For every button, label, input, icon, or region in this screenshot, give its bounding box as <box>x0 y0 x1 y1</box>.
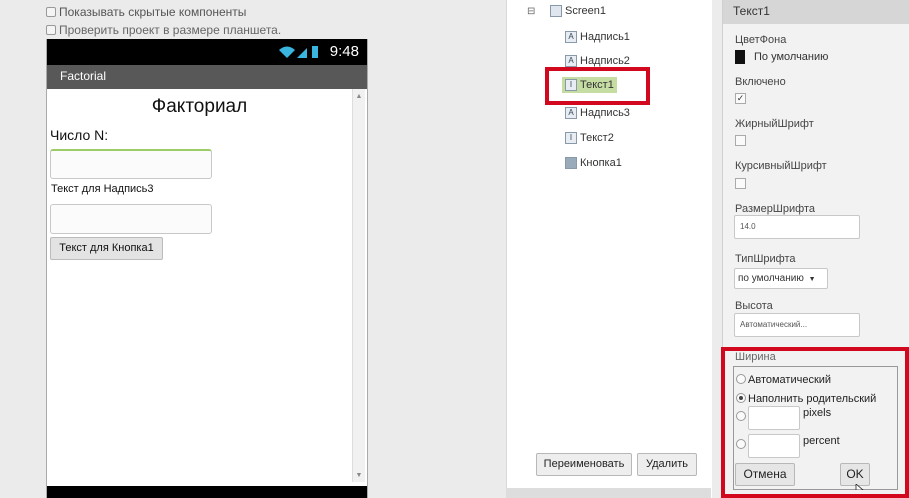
tree-item-label: Текст2 <box>580 132 614 144</box>
tablet-preview-checkbox[interactable] <box>46 25 56 35</box>
show-hidden-label: Показывать скрытые компоненты <box>59 5 247 19</box>
phone-preview: 9:48 Factorial Факториал Число N: Текст … <box>46 39 368 498</box>
scroll-up-arrow-icon[interactable]: ▲ <box>353 91 365 103</box>
highlight-box-width <box>721 347 909 498</box>
tree-item-label: Кнопка1 <box>580 157 622 169</box>
tree-item-button1[interactable]: Кнопка1 <box>565 157 622 169</box>
tree-item-label: Надпись1 <box>580 31 630 43</box>
tree-item-label: Screen1 <box>565 5 606 17</box>
wifi-icon <box>279 46 295 58</box>
battery-icon <box>312 46 318 58</box>
tablet-preview-label: Проверить проект в размере планшета. <box>59 23 282 37</box>
number-label[interactable]: Число N: <box>50 127 108 143</box>
button-icon <box>565 157 577 169</box>
tree-bottom-bar <box>506 488 711 498</box>
chevron-down-icon: ▼ <box>808 276 816 283</box>
textbox-icon: I <box>565 132 577 144</box>
font-size-label: РазмерШрифта <box>735 203 815 215</box>
enabled-checkbox[interactable]: ✓ <box>735 93 746 104</box>
tree-item-label: Надпись2 <box>580 55 630 67</box>
scroll-down-arrow-icon[interactable]: ▼ <box>353 470 365 482</box>
enabled-label: Включено <box>735 76 786 88</box>
signal-icon <box>297 48 307 58</box>
text1-box[interactable] <box>50 149 212 179</box>
tree-item-label3[interactable]: A Надпись3 <box>565 107 630 119</box>
text2-box[interactable] <box>50 204 212 234</box>
bg-color-swatch[interactable] <box>735 50 745 64</box>
status-icons <box>279 46 318 58</box>
label-icon: A <box>565 107 577 119</box>
status-time: 9:48 <box>329 43 359 60</box>
italic-checkbox[interactable] <box>735 178 746 189</box>
font-type-label: ТипШрифта <box>735 253 796 265</box>
tree-item-text2[interactable]: I Текст2 <box>565 132 614 144</box>
properties-header: Текст1 <box>723 0 909 24</box>
tree-item-label: Надпись3 <box>580 107 630 119</box>
label-icon: A <box>565 31 577 43</box>
tablet-preview-checkbox-row[interactable]: Проверить проект в размере планшета. <box>46 23 281 37</box>
tree-item-screen1[interactable]: Screen1 <box>550 5 606 17</box>
italic-label: КурсивныйШрифт <box>735 160 827 172</box>
bold-checkbox[interactable] <box>735 135 746 146</box>
font-size-input[interactable]: 14.0 <box>734 215 860 239</box>
font-type-select[interactable]: по умолчанию ▼ <box>734 268 828 289</box>
title-label[interactable]: Факториал <box>47 96 352 118</box>
tree-item-label1[interactable]: A Надпись1 <box>565 31 630 43</box>
height-input[interactable]: Автоматический... <box>734 313 860 337</box>
app-title-bar: Factorial <box>47 65 367 89</box>
properties-title: Текст1 <box>733 4 770 18</box>
font-type-value: по умолчанию <box>738 273 804 284</box>
app-title: Factorial <box>60 69 107 83</box>
collapse-toggle-icon[interactable]: ⊟ <box>527 6 535 17</box>
show-hidden-checkbox[interactable] <box>46 7 56 17</box>
delete-button[interactable]: Удалить <box>637 453 697 476</box>
label-icon: A <box>565 55 577 67</box>
tree-item-label2[interactable]: A Надпись2 <box>565 55 630 67</box>
scrollbar[interactable]: ▲ ▼ <box>352 89 365 482</box>
highlight-box-text1 <box>545 67 650 105</box>
bg-color-value[interactable]: По умолчанию <box>754 51 828 63</box>
label3[interactable]: Текст для Надпись3 <box>51 183 154 195</box>
height-label: Высота <box>735 300 773 312</box>
bold-label: ЖирныйШрифт <box>735 118 814 130</box>
show-hidden-checkbox-row[interactable]: Показывать скрытые компоненты <box>46 5 246 19</box>
button1[interactable]: Текст для Кнопка1 <box>50 237 163 260</box>
screen-icon <box>550 5 562 17</box>
status-bar: 9:48 <box>47 39 367 65</box>
rename-button[interactable]: Переименовать <box>536 453 632 476</box>
nav-bar <box>47 486 367 498</box>
bg-color-label: ЦветФона <box>735 34 787 46</box>
